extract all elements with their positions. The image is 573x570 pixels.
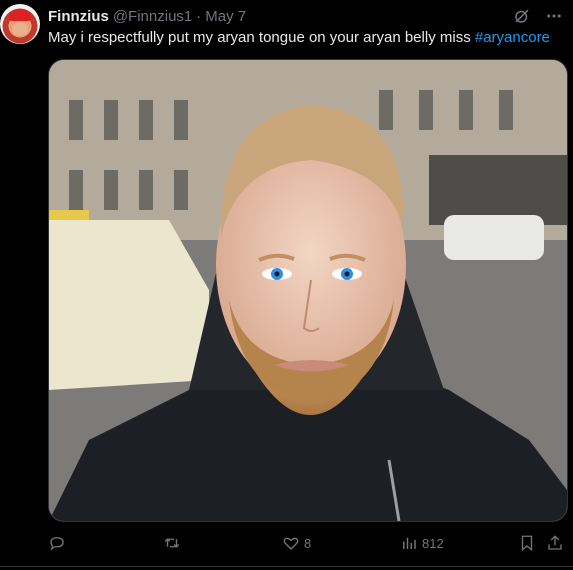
like-count: 8: [304, 535, 312, 551]
grok-icon[interactable]: [513, 7, 531, 25]
tweet[interactable]: Finnzius @Finnzius1 · May 7 May i respec…: [0, 0, 573, 570]
views-button[interactable]: 812: [400, 534, 444, 552]
bookmark-button[interactable]: [518, 534, 536, 552]
author-avatar[interactable]: [0, 4, 40, 44]
bookmark-icon: [521, 535, 533, 552]
heart-icon: [283, 537, 299, 550]
tweet-actions: 8 812: [48, 532, 568, 554]
views-count: 812: [422, 535, 444, 551]
author-name[interactable]: Finnzius: [48, 8, 109, 25]
tweet-text-main: May i respectfully put my aryan tongue o…: [48, 29, 475, 46]
retweet-icon: [164, 538, 180, 548]
header-icons: [513, 7, 563, 25]
reply-icon: [50, 537, 64, 551]
hashtag-link[interactable]: #aryancore: [475, 29, 550, 46]
share-icon: [548, 535, 562, 550]
retweet-button[interactable]: [163, 534, 185, 552]
separator-dot: ·: [196, 7, 202, 25]
views-icon: [403, 537, 416, 549]
divider: [0, 566, 573, 567]
tweet-header: Finnzius @Finnzius1 · May 7: [48, 6, 563, 26]
photo-illustration: [49, 60, 567, 521]
like-button[interactable]: 8: [282, 534, 311, 552]
tweet-text: May i respectfully put my aryan tongue o…: [48, 28, 568, 48]
tweet-date[interactable]: May 7: [205, 8, 246, 25]
reply-button[interactable]: [48, 534, 70, 552]
tweet-photo[interactable]: [48, 59, 568, 522]
share-button[interactable]: [546, 534, 564, 552]
more-icon[interactable]: [545, 7, 563, 25]
author-handle[interactable]: @Finnzius1: [113, 8, 192, 25]
